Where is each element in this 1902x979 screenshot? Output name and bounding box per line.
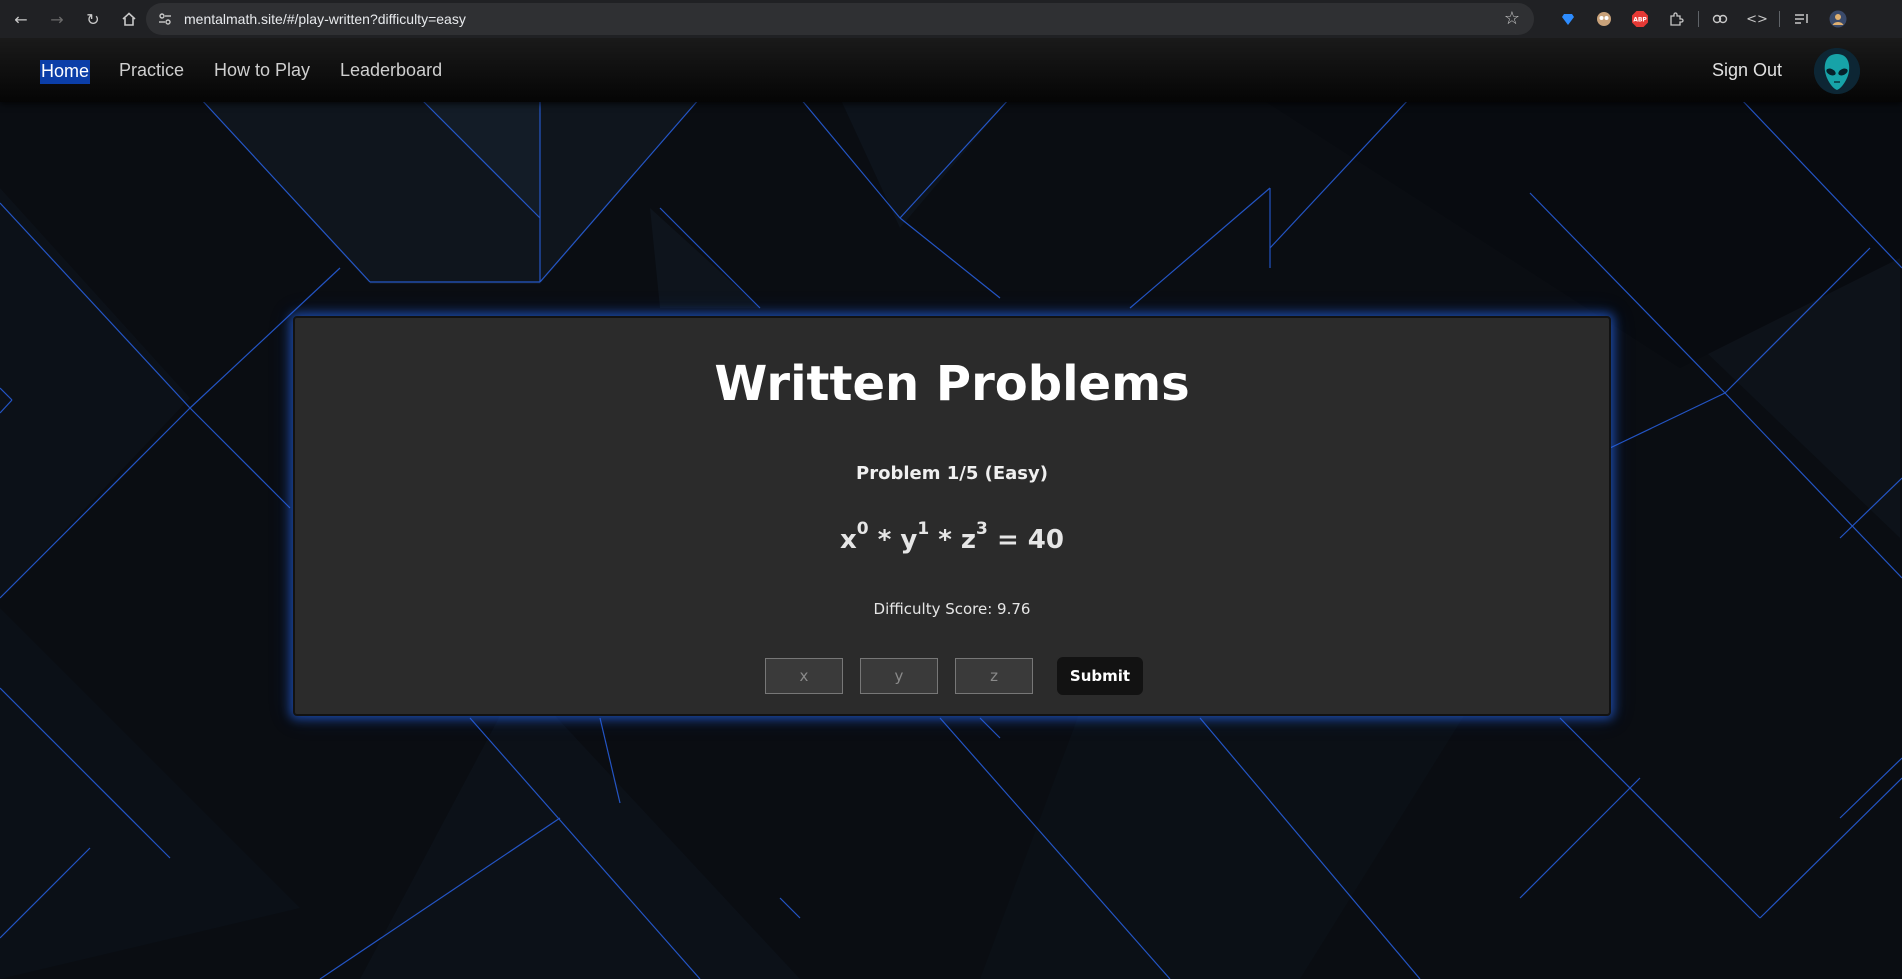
z-input[interactable] (955, 658, 1033, 694)
reload-icon[interactable]: ↻ (78, 4, 108, 34)
alien-avatar-icon (1814, 48, 1860, 94)
adblock-label: ABP (1633, 17, 1647, 24)
nav-link-how-to-play[interactable]: How to Play (214, 60, 310, 82)
x-input[interactable] (765, 658, 843, 694)
equation-var-z: z (960, 525, 977, 555)
equation-exp-y: 1 (917, 519, 930, 539)
problem-counter: Problem 1/5 (Easy) (856, 463, 1048, 484)
user-avatar[interactable] (1814, 48, 1860, 94)
site-navbar: Home Practice How to Play Leaderboard Si… (0, 38, 1902, 102)
difficulty-score: Difficulty Score: 9.76 (873, 600, 1031, 618)
toolbar-divider (1779, 11, 1780, 27)
profile-icon[interactable] (1828, 9, 1848, 29)
nav-link-home[interactable]: Home (40, 60, 91, 84)
equation-exp-x: 0 (856, 519, 869, 539)
extensions-bar: ABP <> (1550, 0, 1856, 38)
page-content: Home Practice How to Play Leaderboard Si… (0, 38, 1902, 979)
key-icon[interactable] (1711, 9, 1731, 29)
equation-var-y: y (900, 525, 918, 555)
toolbar-divider (1698, 11, 1699, 27)
adblock-icon[interactable]: ABP (1630, 9, 1650, 29)
equation-exp-z: 3 (976, 519, 988, 539)
browser-toolbar: ← → ↻ mentalmath.site/#/play-written?dif… (0, 0, 1902, 38)
y-input[interactable] (860, 658, 938, 694)
puzzle-icon[interactable] (1666, 9, 1686, 29)
equation-operator: * (938, 525, 952, 555)
forward-icon[interactable]: → (42, 4, 72, 34)
home-icon[interactable] (114, 4, 144, 34)
address-bar[interactable]: mentalmath.site/#/play-written?difficult… (146, 3, 1534, 35)
owl-extension-icon[interactable] (1594, 9, 1614, 29)
nav-link-leaderboard[interactable]: Leaderboard (340, 60, 442, 82)
back-icon[interactable]: ← (6, 4, 36, 34)
media-queue-icon[interactable] (1792, 9, 1812, 29)
problem-card: Written Problems Problem 1/5 (Easy) x0 *… (293, 316, 1611, 716)
gem-extension-icon[interactable] (1558, 9, 1578, 29)
url-text[interactable]: mentalmath.site/#/play-written?difficult… (184, 11, 466, 27)
answer-form: Submit (765, 657, 1143, 695)
equation: x0 * y1 * z3 = 40 (295, 519, 1609, 555)
submit-button[interactable]: Submit (1057, 657, 1143, 695)
bookmark-star-icon[interactable]: ☆ (1504, 8, 1520, 29)
equation-var-x: x (840, 525, 857, 555)
nav-link-practice[interactable]: Practice (119, 60, 184, 82)
equation-operator: * (877, 525, 892, 555)
code-icon[interactable]: <> (1746, 9, 1768, 29)
sign-out-link[interactable]: Sign Out (1712, 60, 1782, 81)
site-info-icon[interactable] (154, 8, 176, 30)
page-title: Written Problems (714, 356, 1190, 412)
equation-rhs: = 40 (996, 525, 1064, 555)
